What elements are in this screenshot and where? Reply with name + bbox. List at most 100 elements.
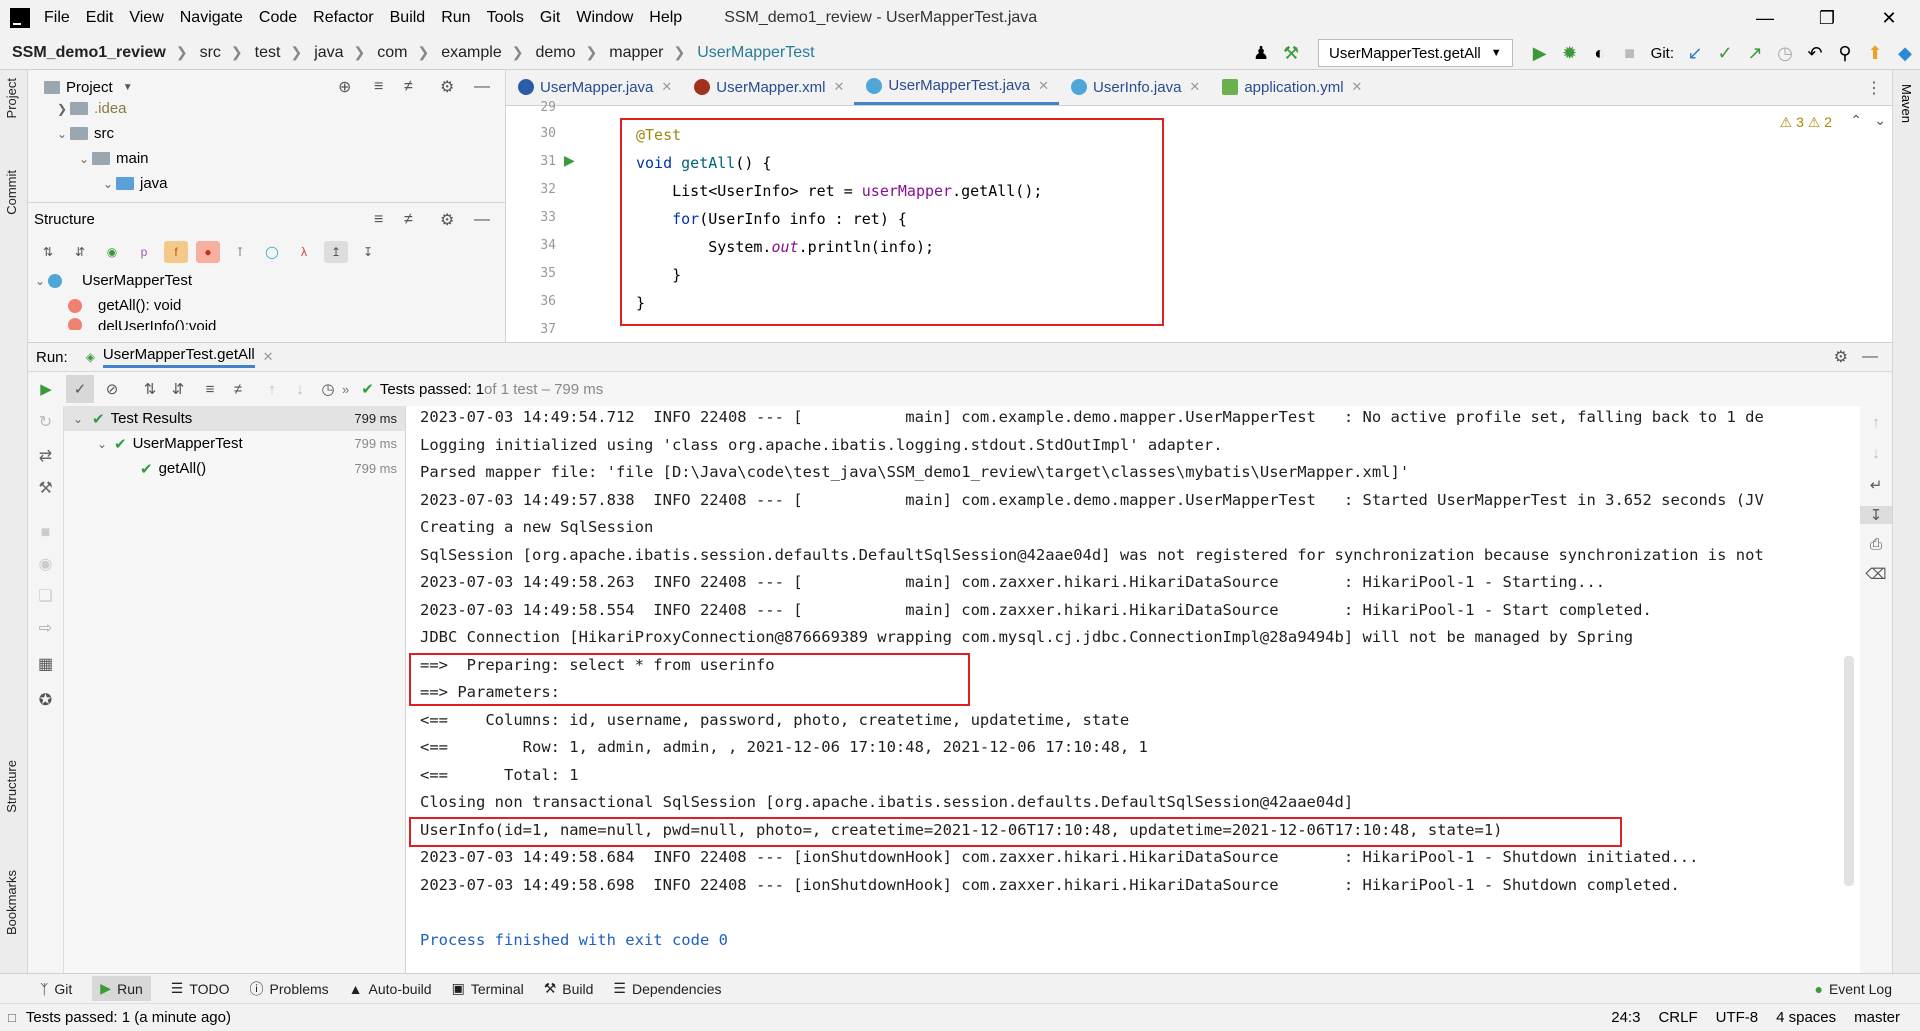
show-anonymous-icon[interactable]: ⊺ xyxy=(228,241,252,263)
git-branch[interactable]: master xyxy=(1854,1009,1900,1026)
breadcrumb-com[interactable]: com xyxy=(377,44,407,62)
close-icon[interactable]: ✕ xyxy=(661,79,672,95)
sort-visibility-icon[interactable]: ⇵ xyxy=(68,241,92,263)
arrow-up-icon[interactable]: ↑ xyxy=(1860,414,1892,431)
tree-item-java[interactable]: ⌄ java xyxy=(28,171,505,196)
rollback-icon[interactable]: ↶ xyxy=(1800,43,1830,64)
show-properties-icon[interactable]: p xyxy=(132,241,156,263)
git-push-icon[interactable]: ↗ xyxy=(1740,43,1770,64)
breadcrumb-class[interactable]: UserMapperTest xyxy=(697,44,814,62)
wrench-icon[interactable]: ⚒ xyxy=(28,478,63,498)
menu-window[interactable]: Window xyxy=(576,9,633,27)
close-icon[interactable]: ✕ xyxy=(834,79,845,95)
soft-wrap-icon[interactable]: ↵ xyxy=(1860,476,1892,494)
toggle-auto-test-icon[interactable]: ⇄ xyxy=(28,446,63,466)
arrow-down-icon[interactable]: ↓ xyxy=(1860,445,1892,462)
exit-icon[interactable]: ⇨ xyxy=(28,618,63,638)
expand-all-icon[interactable]: ≡ xyxy=(374,78,383,96)
menu-view[interactable]: View xyxy=(129,9,163,27)
menu-git[interactable]: Git xyxy=(540,9,560,27)
test-node-method[interactable]: ✔ getAll() 799 ms xyxy=(64,456,405,481)
side-tab-commit[interactable]: Commit xyxy=(4,170,19,215)
caret-position[interactable]: 24:3 xyxy=(1611,1009,1640,1026)
breadcrumb-test[interactable]: test xyxy=(255,44,281,62)
tab-userinfo-java[interactable]: UserInfo.java ✕ xyxy=(1059,69,1210,105)
run-icon[interactable]: ▶ xyxy=(1525,43,1555,64)
hide-icon[interactable]: — xyxy=(1862,348,1878,366)
update-icon[interactable]: ⬆ xyxy=(1860,43,1890,64)
run-tab[interactable]: UserMapperTest.getAll xyxy=(102,346,255,368)
tool-tab-dependencies[interactable]: ☰ Dependencies xyxy=(613,980,721,997)
export-icon[interactable]: ❏ xyxy=(28,586,63,606)
menu-refactor[interactable]: Refactor xyxy=(313,9,373,27)
camera-icon[interactable]: ◉ xyxy=(28,554,63,574)
chevron-up-icon[interactable]: ⌃ xyxy=(1850,112,1862,129)
previous-failed-icon[interactable]: ↑ xyxy=(258,375,286,403)
test-node-root[interactable]: ⌄ ✔ Test Results 799 ms xyxy=(64,406,405,431)
collapse-all-icon[interactable]: ≠ xyxy=(224,375,252,403)
code-editor[interactable]: 29 30 31 32 33 34 35 36 37 ▶ @Test void … xyxy=(506,100,1892,342)
line-separator[interactable]: CRLF xyxy=(1658,1009,1697,1026)
show-lambdas-icon[interactable]: ◯ xyxy=(260,241,284,263)
hide-icon[interactable]: — xyxy=(474,211,490,229)
tree-item-src[interactable]: ⌄ src xyxy=(28,121,505,146)
history-icon[interactable]: ◷ xyxy=(314,375,342,403)
next-failed-icon[interactable]: ↓ xyxy=(286,375,314,403)
layout-icon[interactable]: ▦ xyxy=(28,654,63,674)
hammer-icon[interactable]: ⚒ xyxy=(1276,43,1306,64)
sort-alpha-icon[interactable]: ⇅ xyxy=(136,375,164,403)
tool-tab-problems[interactable]: ⓘ Problems xyxy=(250,979,329,999)
breadcrumb-project[interactable]: SSM_demo1_review xyxy=(12,44,166,62)
tab-usermapper-xml[interactable]: UserMapper.xml ✕ xyxy=(682,69,854,105)
menu-code[interactable]: Code xyxy=(259,9,297,27)
tree-item-main[interactable]: ⌄ main xyxy=(28,146,505,171)
menu-help[interactable]: Help xyxy=(649,9,682,27)
close-icon[interactable]: ✕ xyxy=(1352,79,1363,95)
more-icon[interactable]: » xyxy=(342,382,349,397)
chevron-down-icon[interactable]: ▼ xyxy=(123,82,133,93)
structure-item-method[interactable]: getAll(): void xyxy=(28,293,505,318)
test-node-class[interactable]: ⌄ ✔ UserMapperTest 799 ms xyxy=(64,431,405,456)
run-config-selector[interactable]: UserMapperTest.getAll ▼ xyxy=(1318,39,1513,67)
tool-tab-git[interactable]: ᛉ Git xyxy=(40,981,72,997)
console-output[interactable]: 2023-07-03 14:49:54.712 INFO 22408 --- [… xyxy=(406,406,1860,973)
tool-tab-run[interactable]: ▶ Run xyxy=(92,976,151,1001)
side-tab-maven[interactable]: Maven xyxy=(1899,84,1914,123)
breadcrumb-demo[interactable]: demo xyxy=(535,44,575,62)
expand-all-icon[interactable]: ≡ xyxy=(374,211,383,229)
print-icon[interactable]: ⎙ xyxy=(1860,536,1892,553)
side-tab-structure[interactable]: Structure xyxy=(4,760,19,813)
show-ignored-icon[interactable]: ⊘ xyxy=(98,375,126,403)
collapse-all-icon[interactable]: ≠ xyxy=(404,78,413,96)
trash-icon[interactable]: ⌫ xyxy=(1860,565,1892,583)
gear-icon[interactable]: ⚙ xyxy=(440,210,454,230)
side-tab-project[interactable]: Project xyxy=(4,78,19,118)
show-lambda-icon[interactable]: λ xyxy=(292,241,316,263)
more-tabs-icon[interactable]: ⋮ xyxy=(1866,78,1882,98)
close-icon[interactable]: ✕ xyxy=(1858,0,1920,36)
tree-item-idea[interactable]: ❯ .idea xyxy=(28,96,505,121)
indent-setting[interactable]: 4 spaces xyxy=(1776,1009,1836,1026)
gear-icon[interactable]: ⚙ xyxy=(440,77,454,97)
run-test-gutter-icon[interactable]: ▶ xyxy=(564,152,575,169)
tool-tab-build[interactable]: ⚒ Build xyxy=(544,980,594,997)
structure-item-method[interactable]: delUserInfo():void xyxy=(28,318,505,330)
scroll-to-end-icon[interactable]: ↧ xyxy=(1860,506,1892,524)
square-icon[interactable]: □ xyxy=(8,1010,16,1025)
side-tab-bookmarks[interactable]: Bookmarks xyxy=(4,870,19,935)
tab-usermappertest-java[interactable]: UserMapperTest.java ✕ xyxy=(854,69,1060,105)
rerun-icon[interactable]: ▶ xyxy=(32,375,60,403)
file-encoding[interactable]: UTF-8 xyxy=(1716,1009,1759,1026)
autoscroll-icon[interactable]: ↧ xyxy=(356,241,380,263)
close-icon[interactable]: ✕ xyxy=(263,349,274,365)
search-icon[interactable]: ⚲ xyxy=(1830,43,1860,64)
git-update-icon[interactable]: ↙ xyxy=(1680,43,1710,64)
restore-icon[interactable]: ❐ xyxy=(1796,0,1858,36)
inspection-warnings[interactable]: ⚠ 3 ⚠ 2 xyxy=(1780,114,1832,131)
coverage-icon[interactable]: ◐ xyxy=(1585,43,1615,64)
close-icon[interactable]: ✕ xyxy=(1189,79,1200,95)
gear-icon[interactable]: ⚙ xyxy=(1834,347,1848,367)
debug-icon[interactable]: ✹ xyxy=(1555,43,1585,64)
scroll-from-source-icon[interactable]: ↥ xyxy=(324,241,348,263)
menu-navigate[interactable]: Navigate xyxy=(180,9,243,27)
